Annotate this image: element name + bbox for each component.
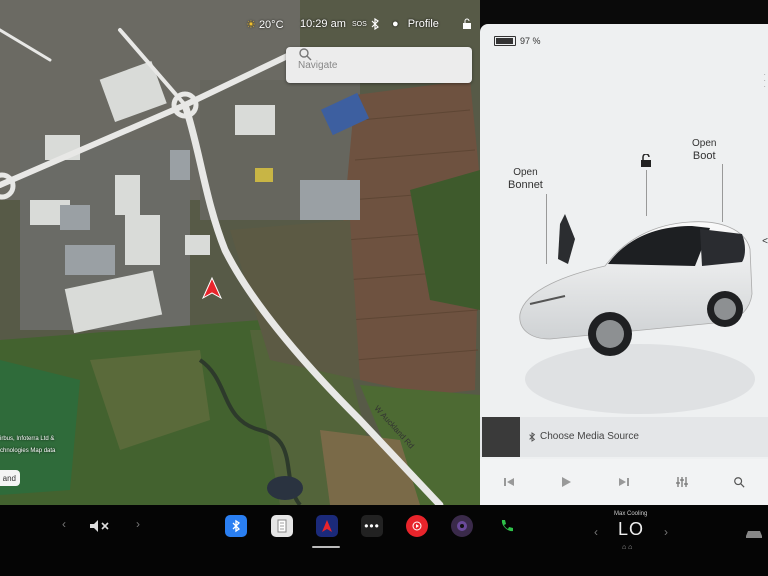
- navigate-search-box[interactable]: Navigate: [286, 47, 472, 83]
- camera-icon: [457, 521, 467, 531]
- menu-dots-icon[interactable]: · · ·: [763, 71, 766, 91]
- status-time: 10:29 am: [300, 18, 346, 30]
- nav-app-icon: [322, 520, 332, 532]
- panel-edge-chevron-icon[interactable]: <: [762, 236, 768, 247]
- volume-down-chevron-icon[interactable]: ‹: [62, 517, 66, 531]
- mute-button[interactable]: [88, 515, 110, 537]
- bluetooth-icon: [371, 18, 379, 30]
- seat-heat-icon[interactable]: ⌂ ⌂: [622, 544, 632, 551]
- car-icon[interactable]: [744, 527, 764, 545]
- previous-track-button[interactable]: [498, 471, 520, 493]
- camera-app-button[interactable]: [451, 515, 473, 537]
- notepad-app-button[interactable]: [271, 515, 293, 537]
- play-button[interactable]: [555, 471, 577, 493]
- media-controls: [480, 459, 768, 505]
- search-icon: [734, 477, 745, 488]
- map-credit-line1: irbus, Infoterra Ltd &: [0, 436, 55, 442]
- notepad-icon: [277, 519, 287, 533]
- media-player: Choose Media Source: [480, 417, 768, 505]
- next-track-button[interactable]: [613, 471, 635, 493]
- open-boot-button[interactable]: Open Boot: [692, 138, 716, 162]
- bluetooth-icon: [529, 431, 536, 442]
- temp-up-chevron-icon[interactable]: ›: [664, 525, 668, 539]
- bottom-dock: ‹ › ••• ‹ Max Cooling LO ⌂ ⌂ ›: [0, 505, 768, 576]
- media-search-button[interactable]: [728, 471, 750, 493]
- phone-app-button[interactable]: [496, 515, 518, 537]
- phone-icon: [501, 520, 513, 532]
- volume-up-chevron-icon[interactable]: ›: [136, 517, 140, 531]
- mute-icon: [90, 520, 109, 532]
- satellite-map[interactable]: W Auckland Rd ☀ 20°C 10:29 am SOS ● Prof…: [0, 0, 480, 505]
- play-icon: [562, 477, 572, 487]
- album-art: [482, 417, 520, 457]
- temp-down-chevron-icon[interactable]: ‹: [594, 525, 598, 539]
- open-door: [558, 214, 575, 264]
- bluetooth-app-button[interactable]: [225, 515, 247, 537]
- search-icon: [299, 48, 312, 61]
- active-app-indicator: [312, 546, 340, 548]
- navigate-placeholder: Navigate: [298, 59, 338, 71]
- bluetooth-icon: [232, 519, 241, 533]
- media-source-label: Choose Media Source: [540, 431, 639, 442]
- tesla-screen: W Auckland Rd ☀ 20°C 10:29 am SOS ● Prof…: [0, 0, 768, 576]
- sun-icon: ☀: [246, 19, 256, 31]
- music-icon: [412, 521, 422, 531]
- media-source-row[interactable]: Choose Media Source: [480, 417, 768, 457]
- music-app-button[interactable]: [406, 515, 428, 537]
- map-scale-pill[interactable]: and: [0, 470, 20, 486]
- status-temperature: ☀ 20°C: [246, 19, 284, 31]
- vehicle-panel: 97 % Open Bonnet Open Boot < · · · Choos…: [480, 24, 768, 505]
- equalizer-button[interactable]: [671, 471, 693, 493]
- climate-mode-label: Max Cooling: [614, 511, 648, 517]
- battery-icon: [494, 36, 516, 46]
- skip-back-icon: [503, 478, 514, 486]
- nav-app-button[interactable]: [316, 515, 338, 537]
- skip-forward-icon: [618, 478, 629, 486]
- profile-button[interactable]: ● Profile: [392, 18, 439, 30]
- car-model-image: [519, 214, 755, 414]
- sos-indicator[interactable]: SOS: [352, 21, 367, 28]
- open-bonnet-button[interactable]: Open Bonnet: [508, 167, 543, 191]
- equalizer-icon: [675, 477, 688, 487]
- climate-temperature[interactable]: LO: [618, 519, 644, 540]
- map-credit-line2: chnologies Map data: [0, 448, 56, 454]
- battery-indicator: 97 %: [494, 36, 541, 46]
- person-icon: ●: [392, 18, 399, 30]
- more-apps-button[interactable]: •••: [361, 515, 383, 537]
- more-icon: •••: [364, 519, 380, 533]
